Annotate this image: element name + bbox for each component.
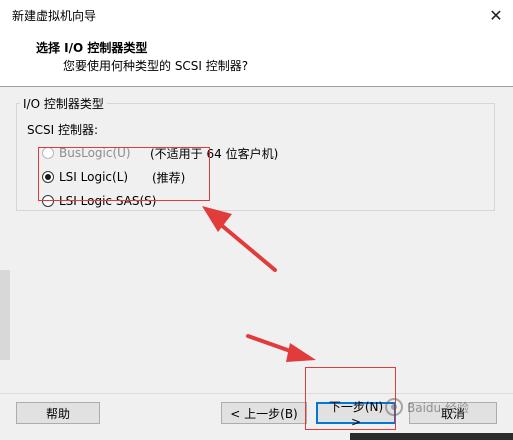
watermark-text: Baidu 经验	[407, 400, 469, 415]
watermark: Baidu 经验	[385, 398, 469, 416]
annotation-arrows	[202, 206, 316, 362]
baidu-paw-icon	[385, 398, 403, 416]
annotation-arrow-up	[202, 206, 277, 272]
annotation-arrow-right	[246, 334, 316, 362]
taskbar-strip	[350, 433, 513, 440]
